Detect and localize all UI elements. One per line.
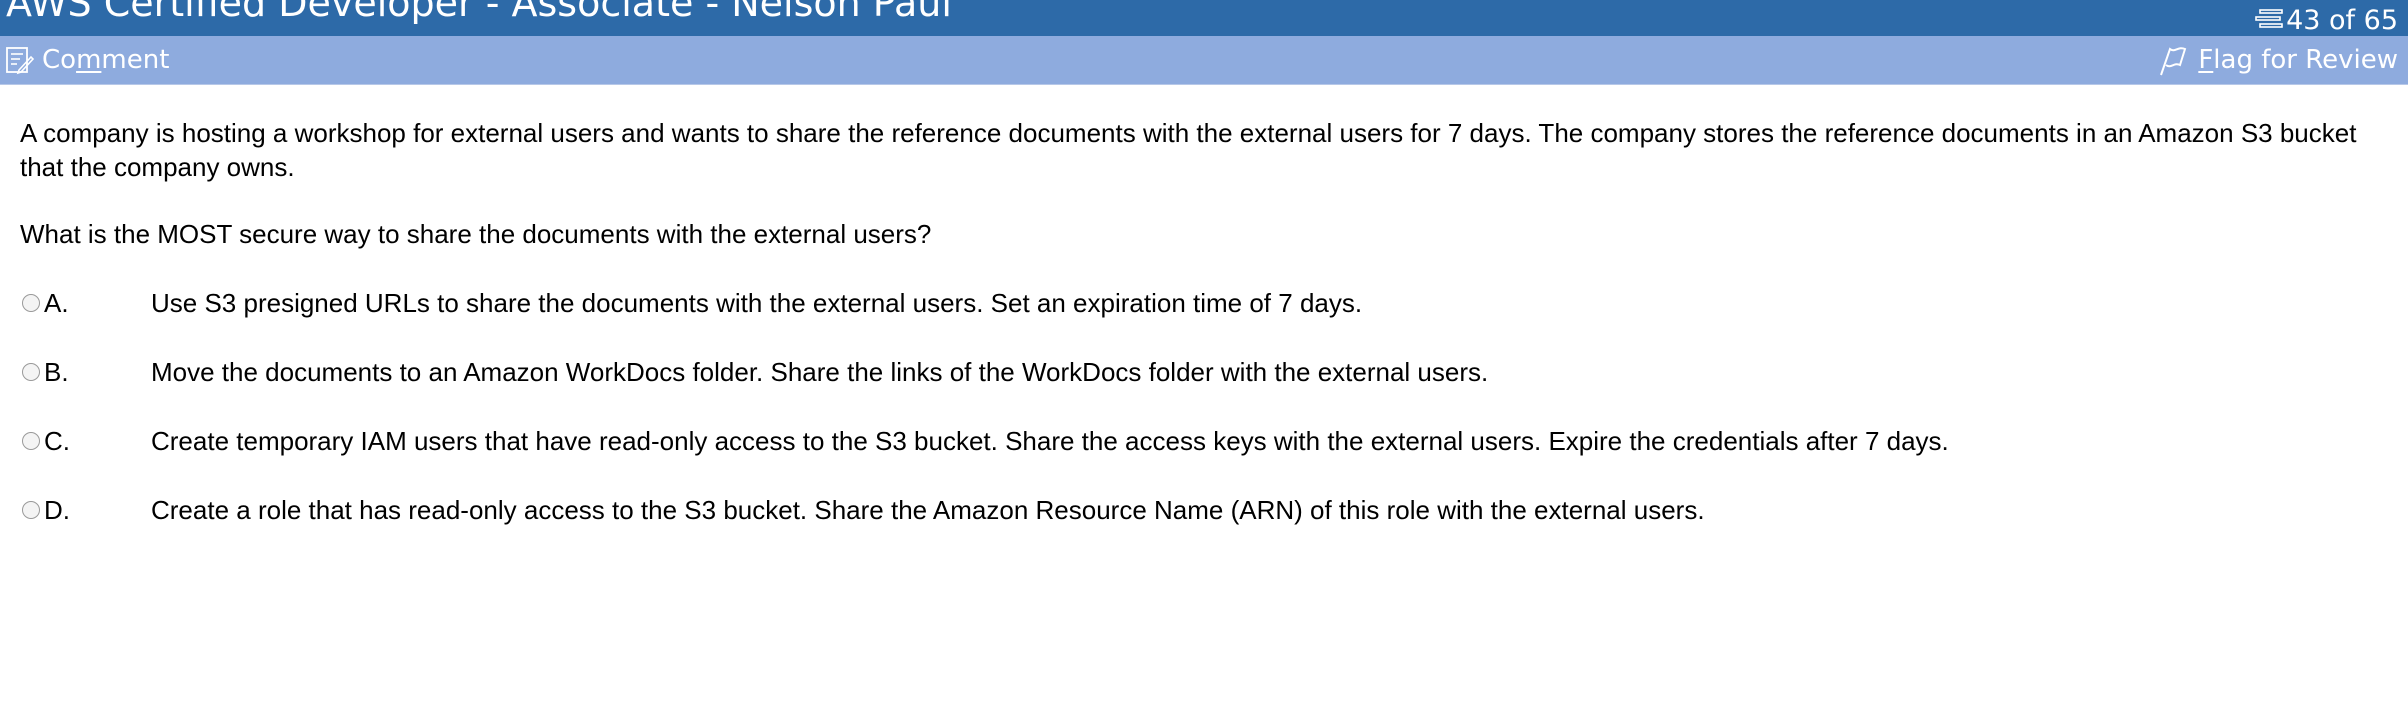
option-text: Create a role that has read-only access … — [151, 494, 1705, 525]
answer-option-c[interactable]: C. Create temporary IAM users that have … — [20, 424, 1949, 458]
title-bar: AWS Certified Developer - Associate - Ne… — [0, 0, 2408, 36]
comment-icon — [6, 47, 34, 75]
question-prompt: What is the MOST secure way to share the… — [20, 219, 932, 249]
toolbar: Comment Flag for Review — [0, 36, 2408, 85]
option-letter: D. — [44, 494, 70, 525]
flag-label: Flag for Review — [2198, 45, 2398, 75]
question-counter: 43 of 65 — [2254, 4, 2398, 36]
radio-button-c[interactable] — [22, 432, 40, 450]
radio-button-b[interactable] — [22, 363, 40, 381]
exam-title: AWS Certified Developer - Associate - Ne… — [6, 0, 952, 25]
answer-option-d[interactable]: D. Create a role that has read-only acce… — [20, 493, 1705, 527]
flag-for-review-button[interactable]: Flag for Review — [2156, 36, 2398, 84]
option-letter: B. — [44, 356, 69, 387]
answer-option-a[interactable]: A. Use S3 presigned URLs to share the do… — [20, 286, 1362, 320]
radio-button-d[interactable] — [22, 501, 40, 519]
list-icon — [2255, 9, 2283, 28]
option-letter: A. — [44, 287, 69, 318]
option-text: Use S3 presigned URLs to share the docum… — [151, 287, 1363, 318]
answer-option-b[interactable]: B. Move the documents to an Amazon WorkD… — [20, 355, 1488, 389]
option-letter: C. — [44, 425, 70, 456]
question-stem: A company is hosting a workshop for exte… — [20, 116, 2360, 251]
comment-button[interactable]: Comment — [4, 36, 169, 84]
option-text: Move the documents to an Amazon WorkDocs… — [151, 356, 1489, 387]
question-area: A company is hosting a workshop for exte… — [20, 116, 2360, 251]
option-text: Create temporary IAM users that have rea… — [151, 425, 1949, 456]
question-text: A company is hosting a workshop for exte… — [20, 118, 2357, 182]
radio-button-a[interactable] — [22, 294, 40, 312]
counter-text: 43 of 65 — [2286, 4, 2398, 36]
flag-icon — [2160, 47, 2187, 76]
comment-label: Comment — [42, 45, 170, 75]
